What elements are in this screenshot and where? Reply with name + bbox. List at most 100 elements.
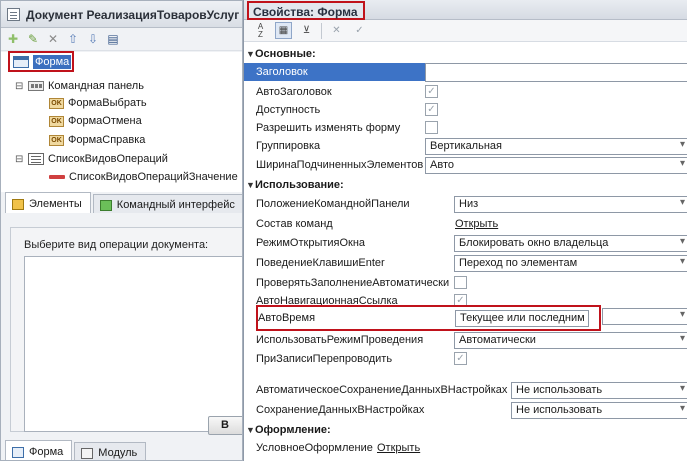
tree-item-list[interactable]: ⊟ СписокВидовОпераций (15, 151, 168, 167)
check-icon[interactable]: ✓ (351, 22, 368, 39)
form-module-tabs: Форма Модуль (1, 440, 242, 460)
field-icon (49, 175, 65, 179)
add-icon[interactable]: ✚ (5, 31, 21, 47)
list-icon (28, 153, 44, 165)
prop-name: ПоложениеКоманднойПанели (256, 198, 410, 210)
prop-title-value[interactable] (425, 63, 687, 82)
cmd-panel-pos-select[interactable]: Низ (454, 196, 687, 213)
toolbar-separator (321, 22, 322, 39)
auto-check-checkbox[interactable] (454, 276, 467, 289)
tab-elements[interactable]: Элементы (5, 192, 91, 213)
operation-type-list[interactable] (24, 256, 242, 432)
tree-item-label: ФормаВыбрать (68, 97, 147, 109)
command-interface-icon (99, 199, 112, 211)
allow-change-checkbox[interactable] (425, 121, 438, 134)
document-icon (7, 8, 20, 21)
posting-mode-select[interactable]: Автоматически (454, 332, 687, 349)
prop-auto-check-row: ПроверятьЗаполнениеАвтоматически (244, 274, 687, 292)
collapse-icon[interactable]: ⊟ (15, 81, 24, 91)
command-panel-icon (28, 81, 44, 91)
prop-name: ПроверятьЗаполнениеАвтоматически (256, 277, 450, 289)
tab-module-label: Модуль (98, 447, 138, 459)
prop-name: СохранениеДанныхВНастройках (256, 404, 425, 416)
properties-icon[interactable]: ▤ (105, 31, 121, 47)
enabled-checkbox[interactable]: ✓ (425, 103, 438, 116)
module-tab-icon (81, 447, 94, 459)
categories-icon[interactable]: ▦ (275, 22, 292, 39)
window-mode-select[interactable]: Блокировать окно владельца (454, 235, 687, 252)
group-label: Основные: (255, 48, 316, 60)
tab-elements-label: Элементы (29, 198, 82, 210)
tree-item-command-panel[interactable]: ⊟ Командная панель (15, 78, 144, 94)
group-appearance[interactable]: ▼ Оформление: (244, 421, 687, 439)
delete-icon[interactable]: ✕ (45, 31, 61, 47)
ok-button-icon: OK (49, 97, 64, 109)
repost-on-write-checkbox[interactable]: ✓ (454, 352, 467, 365)
prop-name: Группировка (256, 140, 321, 152)
group-main[interactable]: ▼ Основные: (244, 45, 687, 63)
prop-repost-on-write-row: ПриЗаписиПерепроводить ✓ (244, 350, 687, 368)
tree-item-form-selected[interactable]: Форма (8, 51, 74, 72)
prop-name: ПоведениеКлавишиEnter (256, 257, 385, 269)
filter-icon[interactable]: ⊻ (298, 22, 315, 39)
prop-title-row[interactable]: Заголовок (244, 63, 425, 81)
tab-form[interactable]: Форма (5, 440, 73, 460)
prop-auto-time-highlight: АвтоВремя Текущее или последним (256, 305, 601, 331)
auto-time-select-extension[interactable] (602, 308, 687, 325)
child-width-select[interactable]: Авто (425, 157, 687, 174)
move-down-icon[interactable]: ⇩ (85, 31, 101, 47)
group-usage[interactable]: ▼ Использование: (244, 176, 687, 194)
properties-toolbar: AZ ▦ ⊻ ✕ ✓ (244, 20, 687, 42)
form-editor-title: Документ РеализацияТоваровУслуг (26, 8, 240, 22)
prop-name: АвтоматическоеСохранениеДанныхВНастройка… (256, 384, 508, 396)
conditional-appearance-open-link[interactable]: Открыть (377, 442, 420, 454)
edit-icon[interactable]: ✎ (25, 31, 41, 47)
tree-item-label: СписокВидовОпераций (48, 153, 168, 165)
sort-alpha-icon[interactable]: AZ (252, 22, 269, 39)
prop-cmd-composition-row: Состав команд Открыть (244, 215, 687, 233)
tree-item-button[interactable]: OK ФормаСправка (49, 132, 145, 148)
collapse-arrow-icon[interactable]: ▼ (246, 180, 255, 190)
save-settings-select[interactable]: Не использовать (511, 402, 687, 419)
tree-item-label: Командная панель (48, 80, 144, 92)
collapse-icon[interactable]: ⊟ (15, 154, 24, 164)
enter-behavior-select[interactable]: Переход по элементам (454, 255, 687, 272)
prop-name: УсловноеОформление (256, 442, 373, 454)
tree-item-button[interactable]: OK ФормаВыбрать (49, 95, 147, 111)
form-editor-tabs: Элементы Командный интерфейс (1, 192, 242, 213)
prop-autotitle-row: АвтоЗаголовок ✓ (244, 83, 687, 101)
tree-item-button[interactable]: OK ФормаОтмена (49, 113, 142, 129)
properties-titlebar: Свойства: Форма (244, 0, 687, 20)
collapse-arrow-icon[interactable]: ▼ (246, 49, 255, 59)
tab-command-interface[interactable]: Командный интерфейс (92, 194, 242, 213)
preview-button[interactable]: В (208, 416, 242, 435)
properties-title: Свойства: Форма (247, 1, 365, 20)
tab-form-label: Форма (29, 446, 64, 458)
autotitle-checkbox[interactable]: ✓ (425, 85, 438, 98)
properties-palette: Свойства: Форма AZ ▦ ⊻ ✕ ✓ ▼ Основные: З… (243, 0, 687, 461)
ok-button-icon: OK (49, 134, 64, 146)
prop-name: Состав команд (256, 218, 333, 230)
tree-root-label: Форма (33, 55, 72, 69)
prop-name: Разрешить изменять форму (256, 122, 401, 134)
prop-conditional-appearance-row: УсловноеОформление Открыть (244, 439, 687, 457)
clear-icon[interactable]: ✕ (328, 22, 345, 39)
form-icon (13, 56, 29, 68)
ok-button-icon: OK (49, 115, 64, 127)
form-editor-titlebar: Документ РеализацияТоваровУслуг (1, 1, 242, 28)
tree-item-label: ФормаОтмена (68, 115, 142, 127)
operation-type-hint: Выберите вид операции документа: (24, 239, 209, 251)
cmd-composition-open-link[interactable]: Открыть (455, 218, 498, 230)
collapse-arrow-icon[interactable]: ▼ (246, 425, 255, 435)
auto-save-settings-select[interactable]: Не использовать (511, 382, 687, 399)
tree-item-list-field[interactable]: СписокВидовОперацийЗначение (49, 169, 238, 185)
form-editor-window: Документ РеализацияТоваровУслуг ✚ ✎ ✕ ⇧ … (0, 0, 243, 461)
move-up-icon[interactable]: ⇧ (65, 31, 81, 47)
tab-module[interactable]: Модуль (74, 442, 147, 460)
prop-name: АвтоЗаголовок (256, 86, 332, 98)
prop-name: Заголовок (256, 66, 308, 78)
group-label: Оформление: (255, 424, 331, 436)
grouping-select[interactable]: Вертикальная (425, 138, 687, 155)
tree-item-label: СписокВидовОперацийЗначение (69, 171, 238, 183)
auto-time-select[interactable]: Текущее или последним (455, 310, 589, 327)
